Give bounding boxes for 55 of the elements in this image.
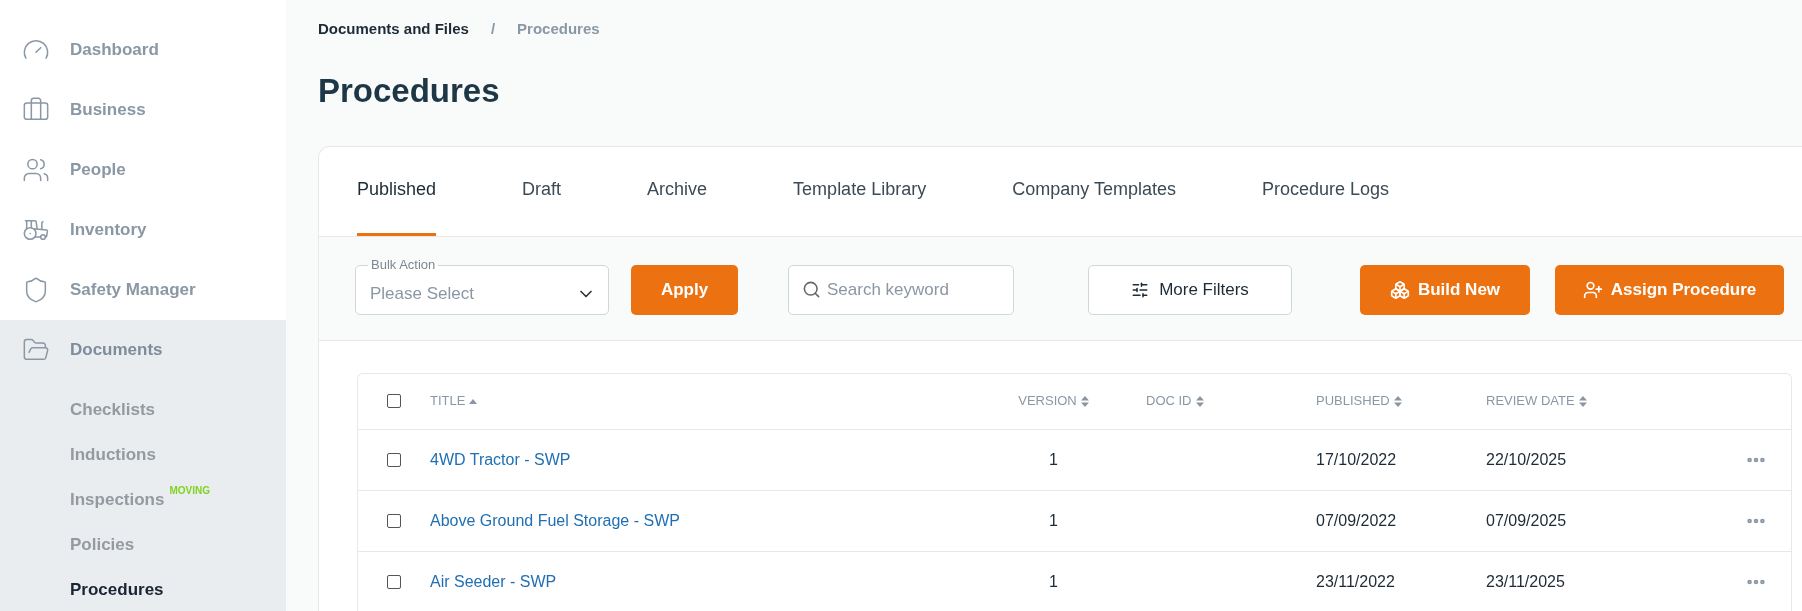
table-cell: 22/10/2025 [1486, 450, 1567, 468]
table-cell: 07/09/2022 [1316, 511, 1397, 529]
table-cell-text: 1 [1049, 510, 1058, 531]
checkbox[interactable] [387, 394, 401, 408]
breadcrumb-separator: / [490, 19, 496, 39]
sidebar-subitem[interactable]: Inspections MOVING [0, 477, 286, 522]
procedure-link[interactable]: Air Seeder - SWP [430, 572, 557, 590]
table-cell: 07/09/2025 [1486, 511, 1567, 529]
sidebar-subitem[interactable]: Checklists [0, 387, 286, 432]
bulk-action-select[interactable]: Bulk Action Please Select [355, 257, 609, 315]
column-header[interactable]: PUBLISHED [1316, 391, 1402, 411]
column-header[interactable]: REVIEW DATE [1486, 391, 1587, 411]
checkbox[interactable] [387, 513, 401, 528]
table-cell: 23/11/2022 [1316, 572, 1395, 590]
sidebar-item[interactable]: Safety Manager [0, 260, 286, 320]
tab[interactable]: Procedure Logs [1261, 146, 1389, 236]
tab[interactable]: Draft [522, 146, 562, 236]
select-placeholder: Please Select [370, 282, 474, 305]
tab[interactable]: Company Templates [1012, 146, 1176, 236]
table-cell-text: 1 [1049, 571, 1058, 592]
breadcrumb-current: Procedures [517, 19, 600, 39]
apply-button[interactable]: Apply [631, 265, 738, 315]
column-header[interactable]: DOC ID [1146, 391, 1204, 411]
procedure-link[interactable]: 4WD Tractor - SWP [430, 450, 571, 468]
more-filters-button[interactable]: More Filters [1088, 265, 1292, 315]
checkbox[interactable] [387, 574, 401, 589]
boxes-icon [1389, 280, 1410, 300]
sidebar-item[interactable]: Dashboard [0, 20, 286, 80]
people-icon [22, 156, 50, 184]
checkbox[interactable] [387, 452, 401, 467]
table-cell: 17/10/2022 [1316, 450, 1397, 468]
table-cell: 23/11/2025 [1486, 572, 1565, 590]
search-icon [802, 280, 821, 299]
search-field[interactable]: Search keyword [788, 265, 1014, 315]
sidebar-item[interactable]: Business [0, 80, 286, 140]
column-header[interactable]: VERSION [1018, 391, 1089, 411]
sidebar-subitem[interactable]: Policies [0, 522, 286, 567]
sidebar-item[interactable]: People [0, 140, 286, 200]
sidebar-subitem[interactable]: Inductions [0, 432, 286, 477]
procedure-link[interactable]: Above Ground Fuel Storage - SWP [430, 511, 680, 529]
table-cell-text: 1 [1049, 449, 1058, 470]
sidebar-item[interactable]: Documents [0, 320, 286, 380]
tab[interactable]: Template Library [793, 146, 927, 236]
sidebar-subitem[interactable]: Procedures [0, 567, 286, 611]
build-new-button[interactable]: Build New [1360, 265, 1530, 315]
moving-label: MOVING [169, 485, 211, 497]
sliders-icon [1131, 281, 1150, 299]
breadcrumb-link[interactable]: Documents and Files [318, 18, 469, 41]
assign-procedure-button[interactable]: Assign Procedure [1555, 265, 1784, 315]
column-header[interactable]: TITLE [430, 391, 478, 411]
page-title: Procedures [318, 70, 501, 111]
user-plus-icon [1582, 280, 1603, 300]
field-label: Bulk Action [370, 257, 437, 273]
tab[interactable]: Archive [647, 146, 708, 236]
sidebar-item[interactable]: Inventory [0, 200, 286, 260]
